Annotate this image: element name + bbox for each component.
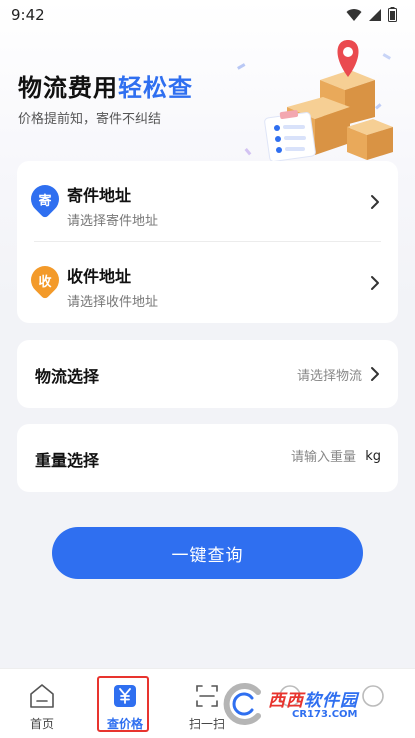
nav-item-home[interactable]: 首页 [7,669,77,738]
receiver-badge-text: 收 [38,274,52,290]
chevron-right-icon [371,195,379,209]
watermark-logo-icon [223,683,261,725]
watermark-sub: CR173.COM [292,709,358,720]
home-icon [30,684,54,708]
battery-icon [388,7,397,22]
watermark-text-blue: 软件园 [304,691,358,711]
receiver-address-title: 收件地址 [67,267,132,286]
receiver-address-hint: 请选择收件地址 [67,295,159,310]
nav-label-home: 首页 [29,717,54,731]
scan-icon [196,685,218,707]
hero-title-accent: 轻松查 [118,74,193,102]
status-time: 9:42 [11,6,45,24]
sender-address-title: 寄件地址 [67,186,132,205]
weight-input[interactable] [216,446,356,468]
hero-title: 物流费用轻松查 [18,68,193,103]
hero-title-main: 物流费用 [18,74,118,102]
chevron-right-icon [371,276,379,290]
hero-subtitle: 价格提前知，寄件不纠结 [18,112,162,127]
query-button[interactable]: 一键查询 [52,527,363,579]
status-bar: 9:42 [0,0,415,30]
delivery-boxes-illustration [237,40,393,162]
address-card: 寄 寄件地址 请选择寄件地址 收 收件地址 请选择收件地址 [17,161,398,323]
watermark-text: 西西软件园 [268,686,358,711]
logistics-value: 请选择物流 [296,369,362,384]
chevron-right-icon [371,367,379,381]
receiver-address-row[interactable]: 收 收件地址 请选择收件地址 [17,242,398,322]
weight-unit: kg [365,449,381,464]
watermark-text-red: 西西 [268,691,304,711]
sender-badge-text: 寄 [38,193,52,209]
receiver-badge-icon: 收 [25,260,65,300]
logistics-label: 物流选择 [35,367,100,386]
logistics-select-row[interactable]: 物流选择 请选择物流 [17,340,398,408]
site-watermark: 西西软件园 CR173.COM [218,682,408,726]
wifi-icon [346,8,362,21]
weight-label: 重量选择 [35,451,100,470]
status-icons [346,7,397,22]
sender-badge-icon: 寄 [25,179,65,219]
sender-address-row[interactable]: 寄 寄件地址 请选择寄件地址 [17,161,398,241]
active-tab-highlight [97,676,149,732]
sender-address-hint: 请选择寄件地址 [67,214,159,229]
signal-icon [369,8,381,21]
weight-row: 重量选择 kg [17,424,398,492]
